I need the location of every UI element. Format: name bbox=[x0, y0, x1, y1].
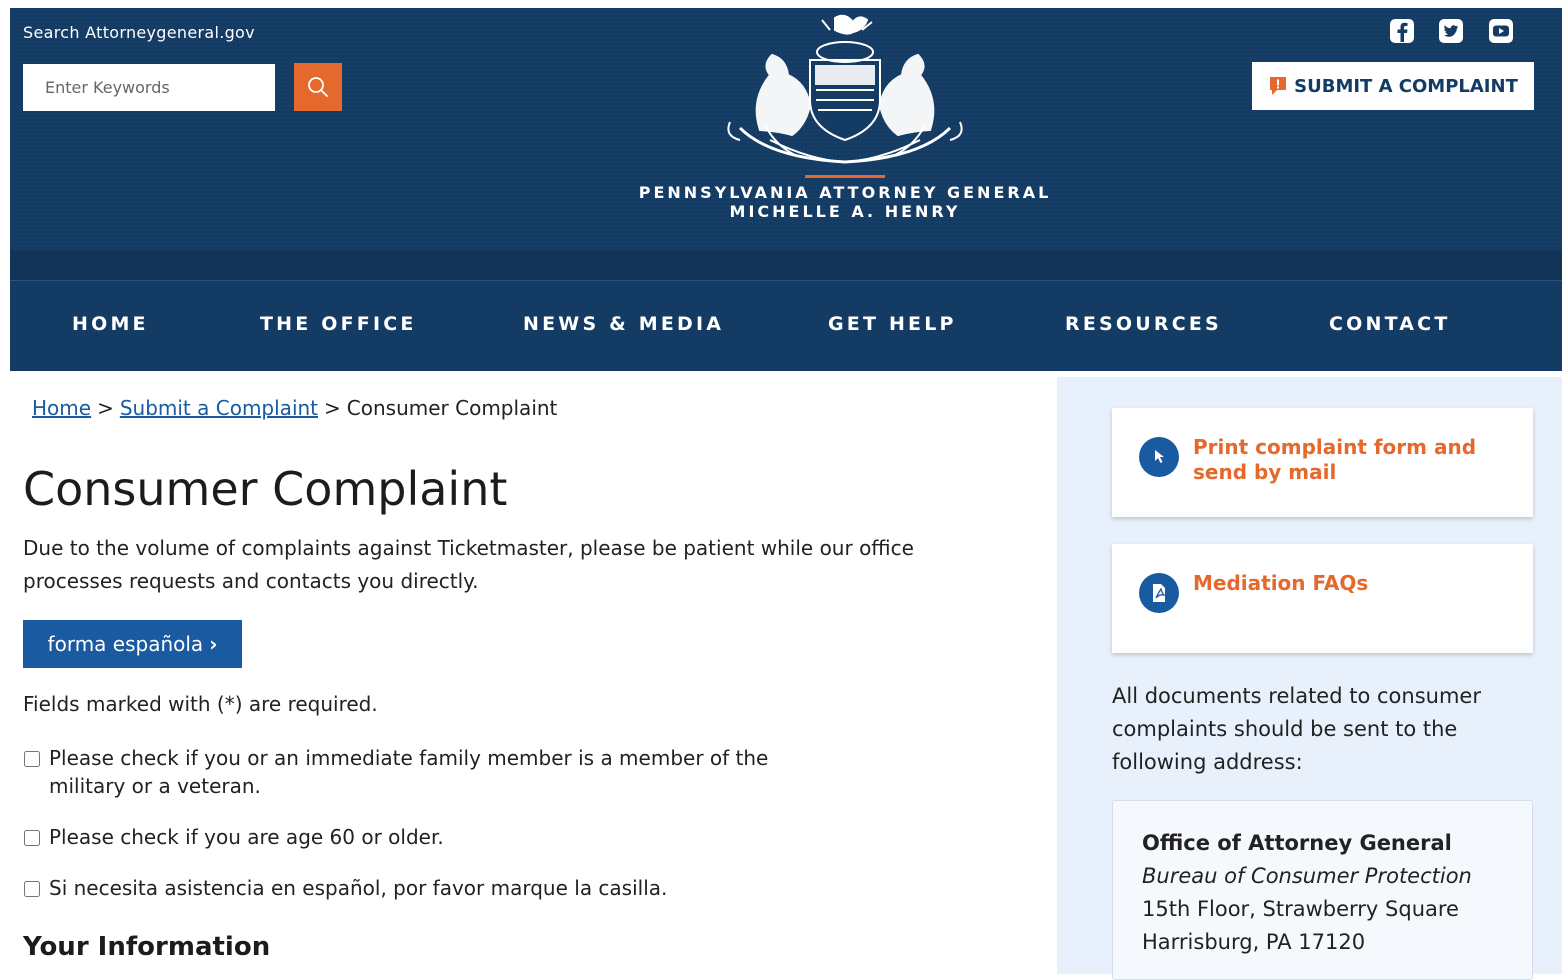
agency-title: PENNSYLVANIA ATTORNEY GENERAL MICHELLE A… bbox=[540, 183, 1150, 221]
address-line1: 15th Floor, Strawberry Square bbox=[1142, 897, 1459, 921]
youtube-icon bbox=[1489, 19, 1513, 43]
svg-text:VIRTUE: VIRTUE bbox=[810, 149, 832, 156]
address-line2: Harrisburg, PA 17120 bbox=[1142, 930, 1366, 954]
address-box: Office of Attorney General Bureau of Con… bbox=[1112, 800, 1533, 980]
alert-icon bbox=[1270, 77, 1287, 95]
breadcrumb: Home > Submit a Complaint > Consumer Complai… bbox=[32, 396, 557, 420]
spanish-checkbox[interactable] bbox=[24, 881, 40, 897]
intro-line1: Due to the volume of complaints against … bbox=[23, 536, 914, 560]
nav-contact[interactable]: CONTACT bbox=[1329, 313, 1451, 335]
your-information-heading: Your Information bbox=[23, 932, 271, 962]
age-checkbox-row: Please check if you are age 60 or older. bbox=[23, 823, 444, 851]
search-label: Search Attorneygeneral.gov bbox=[23, 23, 255, 42]
nav-home[interactable]: HOME bbox=[72, 313, 149, 335]
nav-the-office[interactable]: THE OFFICE bbox=[260, 313, 417, 335]
mediation-faqs-link[interactable]: Mediation FAQs bbox=[1193, 571, 1513, 596]
submit-complaint-label: SUBMIT A COMPLAINT bbox=[1294, 75, 1518, 97]
pdf-icon bbox=[1139, 573, 1179, 613]
page-title: Consumer Complaint bbox=[23, 462, 508, 516]
nav-resources[interactable]: RESOURCES bbox=[1065, 313, 1222, 335]
spanish-form-button[interactable]: forma española › bbox=[23, 620, 242, 668]
breadcrumb-separator: > bbox=[324, 396, 341, 420]
search-button[interactable] bbox=[294, 63, 342, 111]
submit-complaint-button[interactable]: SUBMIT A COMPLAINT bbox=[1252, 62, 1534, 110]
mediation-card[interactable]: Mediation FAQs bbox=[1112, 544, 1533, 653]
chevron-right-icon: › bbox=[209, 632, 218, 656]
military-checkbox[interactable] bbox=[24, 751, 40, 767]
header-accent-bar bbox=[805, 175, 885, 178]
documents-note: All documents related to consumer compla… bbox=[1112, 684, 1481, 774]
breadcrumb-current: Consumer Complaint bbox=[346, 396, 558, 420]
search-icon bbox=[308, 77, 328, 97]
twitter-icon bbox=[1439, 19, 1463, 43]
state-seal-logo: VIRTUE bbox=[727, 14, 963, 164]
age-checkbox[interactable] bbox=[24, 830, 40, 846]
facebook-icon bbox=[1390, 19, 1414, 43]
facebook-link[interactable] bbox=[1389, 18, 1415, 44]
intro-line2: processes requests and contacts you dire… bbox=[23, 569, 479, 593]
military-checkbox-label: Please check if you or an immediate fami… bbox=[49, 744, 768, 800]
address-name: Office of Attorney General bbox=[1142, 831, 1452, 855]
required-note: Fields marked with (*) are required. bbox=[23, 692, 378, 716]
agency-line2: MICHELLE A. HENRY bbox=[729, 202, 961, 221]
breadcrumb-submit-link[interactable]: Submit a Complaint bbox=[120, 396, 318, 420]
print-form-card[interactable]: Print complaint form and send by mail bbox=[1112, 408, 1533, 517]
nav-news-media[interactable]: NEWS & MEDIA bbox=[523, 313, 724, 335]
military-checkbox-row: Please check if you or an immediate fami… bbox=[23, 744, 768, 800]
intro-text: Due to the volume of complaints against … bbox=[23, 532, 1023, 598]
twitter-link[interactable] bbox=[1438, 18, 1464, 44]
spanish-form-label: forma española bbox=[47, 632, 204, 656]
main-nav: HOME THE OFFICE NEWS & MEDIA GET HELP RE… bbox=[10, 280, 1562, 371]
nav-get-help[interactable]: GET HELP bbox=[828, 313, 957, 335]
cursor-icon bbox=[1139, 437, 1179, 477]
address-bureau: Bureau of Consumer Protection bbox=[1142, 864, 1472, 888]
breadcrumb-home-link[interactable]: Home bbox=[32, 396, 91, 420]
agency-line1: PENNSYLVANIA ATTORNEY GENERAL bbox=[638, 183, 1052, 202]
spanish-checkbox-label: Si necesita asistencia en español, por f… bbox=[49, 876, 668, 900]
youtube-link[interactable] bbox=[1488, 18, 1514, 44]
search-input[interactable] bbox=[23, 64, 275, 111]
military-label-line1: Please check if you or an immediate fami… bbox=[49, 746, 769, 770]
spanish-checkbox-row: Si necesita asistencia en español, por f… bbox=[23, 874, 667, 902]
breadcrumb-separator: > bbox=[97, 396, 114, 420]
header-band bbox=[10, 250, 1562, 280]
age-checkbox-label: Please check if you are age 60 or older. bbox=[49, 825, 444, 849]
military-label-line2: military or a veteran. bbox=[49, 774, 261, 798]
print-form-link[interactable]: Print complaint form and send by mail bbox=[1193, 435, 1513, 485]
